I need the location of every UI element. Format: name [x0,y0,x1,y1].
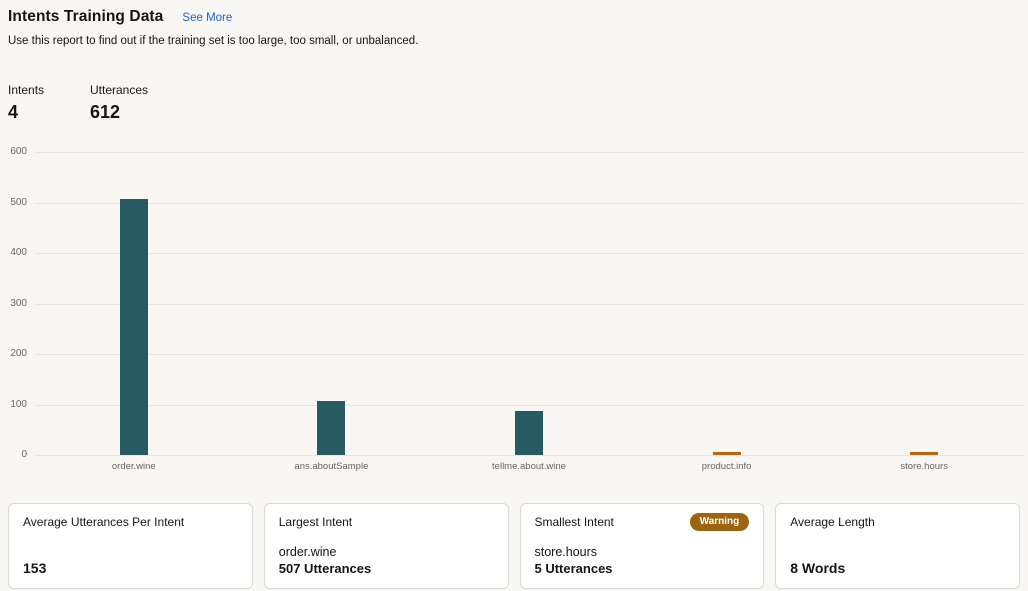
gridline-600 [35,152,1023,153]
gridline-300 [35,304,1023,305]
y-tick-600: 600 [0,146,27,157]
utterances-bar-chart: 0100200300400500600order.wineans.aboutSa… [0,152,1028,482]
gridline-0 [35,455,1023,456]
card-smallest-intent: Smallest Intent Warning store.hours 5 Ut… [520,503,765,589]
stat-utterances-label: Utterances [90,83,148,97]
x-label-store.hours: store.hours [839,461,1009,472]
card-average-length: Average Length 8 Words [775,503,1020,589]
x-label-order.wine: order.wine [49,461,219,472]
card-value: 5 Utterances [535,561,750,576]
card-intent-name: order.wine [279,545,494,560]
gridline-400 [35,253,1023,254]
card-intent-name: store.hours [535,545,750,560]
bar-order.wine[interactable] [120,199,148,455]
y-tick-400: 400 [0,247,27,258]
x-label-tellme.about.wine: tellme.about.wine [444,461,614,472]
x-label-product.info: product.info [642,461,812,472]
y-tick-300: 300 [0,298,27,309]
y-tick-100: 100 [0,399,27,410]
stat-utterances-value: 612 [90,102,148,123]
card-value: 153 [23,560,238,576]
card-label: Average Utterances Per Intent [23,515,184,529]
bar-store.hours[interactable] [910,452,938,455]
card-label: Average Length [790,515,875,529]
stat-intents: Intents 4 [8,83,90,123]
y-tick-0: 0 [0,449,27,460]
card-value: 8 Words [790,560,1005,576]
card-average-utterances: Average Utterances Per Intent 153 [8,503,253,589]
card-value: 507 Utterances [279,561,494,576]
bar-product.info[interactable] [713,452,741,455]
gridline-500 [35,203,1023,204]
see-more-link[interactable]: See More [182,12,232,24]
x-label-ans.aboutSample: ans.aboutSample [246,461,416,472]
stat-intents-value: 4 [8,102,90,123]
gridline-100 [35,405,1023,406]
stat-intents-label: Intents [8,83,90,97]
metric-cards: Average Utterances Per Intent 153 Larges… [8,503,1020,589]
report-header: Intents Training Data See More Use this … [8,8,1020,26]
gridline-200 [35,354,1023,355]
page-title: Intents Training Data [8,8,163,26]
card-largest-intent: Largest Intent order.wine 507 Utterances [264,503,509,589]
y-tick-500: 500 [0,197,27,208]
title-row: Intents Training Data See More [8,8,1020,26]
warning-badge: Warning [690,513,750,531]
y-tick-200: 200 [0,348,27,359]
card-label: Smallest Intent [535,515,614,529]
report-description: Use this report to find out if the train… [8,35,418,47]
stat-utterances: Utterances 612 [90,83,148,123]
bar-tellme.about.wine[interactable] [515,411,543,455]
summary-stats: Intents 4 Utterances 612 [8,83,148,123]
bar-ans.aboutSample[interactable] [317,401,345,455]
card-label: Largest Intent [279,515,352,529]
